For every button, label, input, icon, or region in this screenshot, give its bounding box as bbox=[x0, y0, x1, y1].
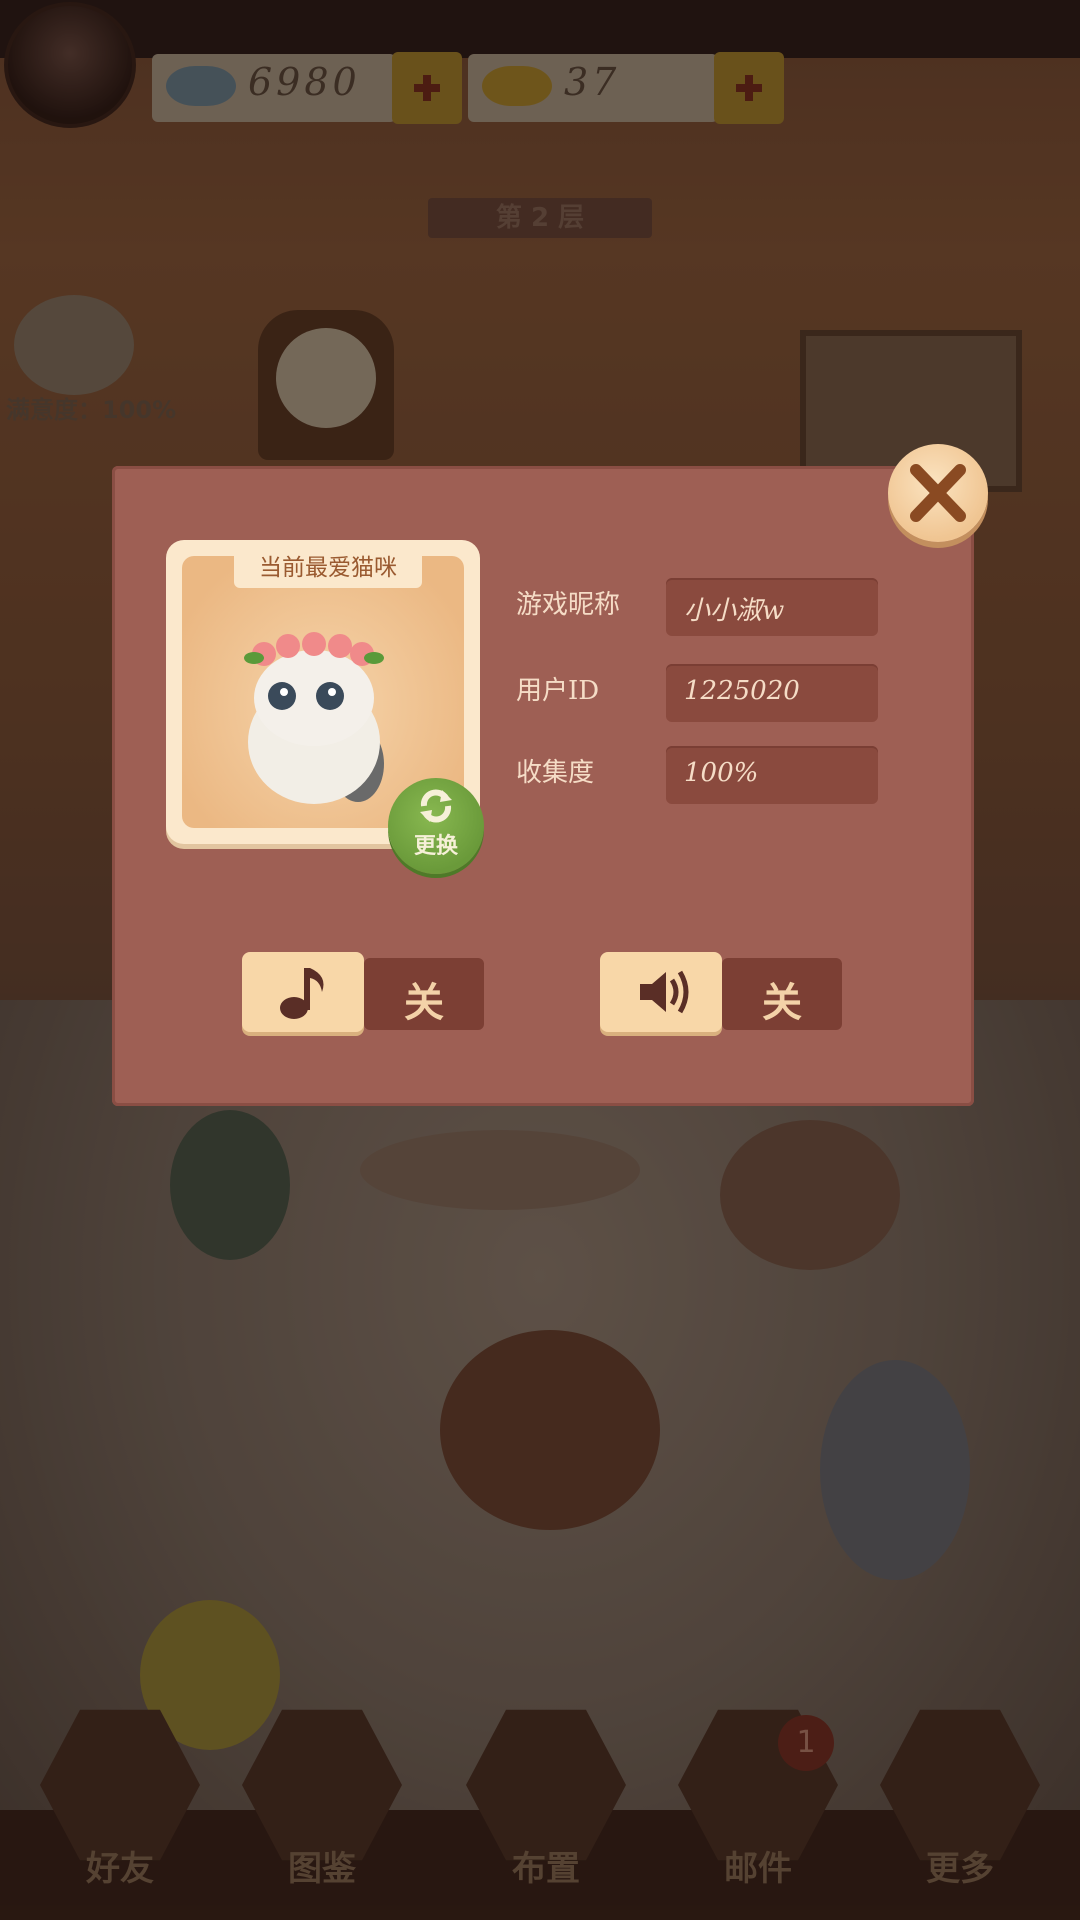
music-state: 关 bbox=[404, 980, 444, 1026]
speaker-icon bbox=[640, 970, 689, 1014]
change-cat-button[interactable]: 更换 bbox=[388, 778, 484, 874]
sound-state: 关 bbox=[762, 980, 802, 1026]
close-icon bbox=[910, 464, 966, 522]
music-toggle[interactable]: 关 bbox=[242, 952, 484, 1032]
favorite-cat-label: 当前最爱猫咪 bbox=[234, 548, 422, 588]
favorite-cat-icon bbox=[244, 632, 384, 804]
nickname-field: 小小淑w bbox=[666, 578, 878, 636]
user-id-label: 用户ID bbox=[516, 676, 600, 706]
music-note-icon bbox=[280, 968, 324, 1019]
profile-dialog: 当前最爱猫咪 更换 游戏昵称 小小淑w 用户ID 1225020 收集度 100… bbox=[112, 466, 974, 1106]
user-id-field: 1225020 bbox=[666, 664, 878, 722]
refresh-icon bbox=[420, 789, 452, 823]
sound-toggle[interactable]: 关 bbox=[600, 952, 842, 1032]
collection-value: 100% bbox=[684, 758, 759, 788]
collection-field: 100% bbox=[666, 746, 878, 804]
change-label: 更换 bbox=[413, 834, 458, 859]
collection-label: 收集度 bbox=[516, 758, 595, 788]
nickname-value: 小小淑w bbox=[684, 596, 785, 626]
user-id-value: 1225020 bbox=[684, 676, 800, 706]
close-dialog-button[interactable] bbox=[888, 444, 988, 542]
nickname-label: 游戏昵称 bbox=[516, 590, 621, 620]
